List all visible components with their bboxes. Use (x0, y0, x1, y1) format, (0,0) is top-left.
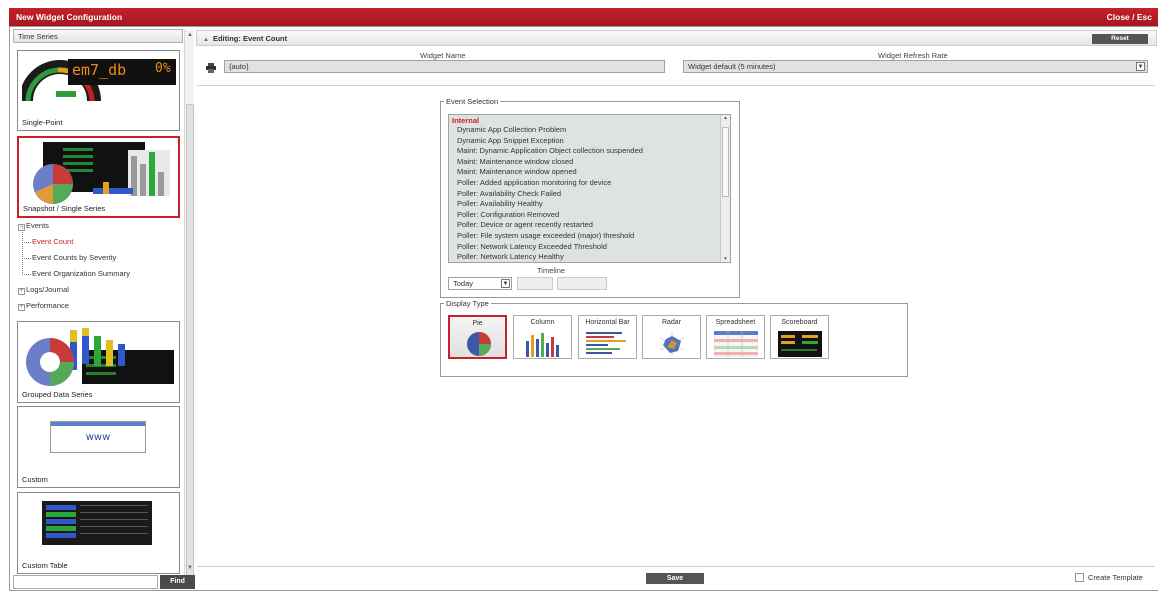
display-type-horizontal-bar[interactable]: Horizontal Bar (578, 315, 637, 359)
scroll-down-icon[interactable]: ▼ (186, 564, 194, 572)
event-list-item[interactable]: Maint: Maintenance window closed (449, 157, 730, 168)
widget-name-input[interactable]: {auto} (224, 60, 665, 73)
widget-card-snapshot[interactable]: Snapshot / Single Series (17, 136, 180, 218)
widget-card-label: Custom (22, 475, 48, 484)
scoreboard-icon (778, 331, 822, 357)
window-titlebar: New Widget Configuration Close / Esc (9, 8, 1158, 26)
event-list-scrollbar[interactable]: ▲ ▼ (720, 115, 730, 262)
create-template-option[interactable]: Create Template (1075, 573, 1143, 582)
event-list-item[interactable]: Poller: Network Latency Healthy (449, 252, 730, 262)
reset-button[interactable]: Reset (1092, 34, 1148, 44)
footer-divider (197, 566, 1155, 567)
sidebar-scrollbar[interactable]: ▲ ▼ (184, 30, 194, 589)
close-button[interactable]: Close / Esc (1107, 12, 1152, 22)
display-type-pie[interactable]: Pie (448, 315, 507, 359)
display-type-legend: Display Type (446, 299, 489, 308)
scrollbar-thumb[interactable] (722, 127, 729, 197)
tree-node-logs-journal[interactable]: + Logs/Journal (18, 282, 178, 298)
event-list-item[interactable]: Dynamic App Collection Problem (449, 125, 730, 136)
tree-node-performance[interactable]: + Performance (18, 298, 178, 314)
divider (197, 85, 1155, 86)
grouped-thumbnail-icon (26, 328, 174, 386)
widget-card-label: Single-Point (22, 118, 63, 127)
print-icon[interactable] (206, 63, 216, 73)
horizontal-bar-chart-icon (586, 332, 626, 354)
custom-thumbnail-icon: www (50, 421, 146, 453)
display-type-spreadsheet[interactable]: Spreadsheet (706, 315, 765, 359)
event-list-item[interactable]: Poller: Network Latency Exceeded Thresho… (449, 242, 730, 253)
widget-card-label: Snapshot / Single Series (23, 204, 106, 213)
collapse-arrow-icon[interactable]: ▲ (203, 37, 209, 43)
widget-card-custom-table[interactable]: Custom Table (17, 492, 180, 574)
tree-item-event-organization-summary[interactable]: Event Organization Summary (18, 258, 178, 282)
tree-item-event-count[interactable]: Event Count (18, 226, 178, 250)
scroll-up-icon[interactable]: ▲ (721, 115, 730, 121)
widget-card-custom[interactable]: www Custom (17, 406, 180, 488)
display-type-column[interactable]: Column (513, 315, 572, 359)
expand-icon[interactable]: + (18, 304, 25, 311)
event-list-item[interactable]: Poller: File system usage exceeded (majo… (449, 231, 730, 242)
scroll-up-icon[interactable]: ▲ (186, 31, 194, 39)
event-list-item[interactable]: Dynamic App Snippet Exception (449, 136, 730, 147)
refresh-rate-select[interactable]: Widget default (5 minutes) (683, 60, 1148, 73)
display-type-scoreboard[interactable]: Scoreboard (770, 315, 829, 359)
chevron-down-icon[interactable]: ▼ (501, 279, 510, 288)
widget-type-sidebar: Time Series em7_db 0% Single-Point Snaps… (13, 29, 183, 574)
column-chart-icon (526, 333, 559, 357)
find-bar: Find (13, 575, 195, 589)
event-list-item[interactable]: Maint: Dynamic Application Object collec… (449, 146, 730, 157)
snapshot-thumbnail-icon (33, 142, 170, 204)
radar-chart-icon (659, 332, 685, 356)
widget-card-single-point[interactable]: em7_db 0% Single-Point (17, 50, 180, 131)
editing-header: ▲ Editing: Event Count (196, 30, 1157, 46)
event-list-item[interactable]: Poller: Device or agent recently restart… (449, 220, 730, 231)
event-selection-legend: Event Selection (446, 97, 499, 106)
create-template-label: Create Template (1088, 573, 1143, 582)
widget-card-label: Grouped Data Series (22, 390, 93, 399)
event-list[interactable]: Internal Dynamic App Collection Problem D… (448, 114, 731, 263)
widget-tree: − Events Event Count Event Counts by Seve… (18, 218, 178, 314)
find-button[interactable]: Find (160, 575, 195, 589)
tree-item-event-counts-by-severity[interactable]: Event Counts by Severity (18, 242, 178, 266)
widget-card-grouped[interactable]: Grouped Data Series (17, 321, 180, 403)
single-point-display-text: em7_db (72, 61, 127, 79)
event-group-internal: Internal (452, 116, 480, 125)
display-type-radar[interactable]: Radar (642, 315, 701, 359)
editing-title: Editing: Event Count (212, 34, 288, 43)
event-list-item[interactable]: Poller: Availability Check Failed (449, 189, 730, 200)
widget-name-label: Widget Name (420, 51, 466, 60)
chevron-down-icon[interactable]: ▼ (1136, 62, 1145, 71)
find-input[interactable] (13, 575, 158, 589)
create-template-checkbox[interactable] (1075, 573, 1084, 582)
sidebar-header[interactable]: Time Series (13, 29, 183, 43)
timeline-to-select (557, 277, 607, 290)
custom-table-thumbnail-icon (42, 501, 152, 545)
event-list-item[interactable]: Poller: Configuration Removed (449, 210, 730, 221)
pie-chart-icon (467, 332, 491, 356)
scrollbar-thumb[interactable] (186, 104, 194, 589)
tree-node-events[interactable]: − Events (18, 218, 178, 234)
timeline-label: Timeline (537, 266, 566, 275)
event-list-item[interactable]: Poller: Availability Healthy (449, 199, 730, 210)
widget-card-label: Custom Table (22, 561, 68, 570)
single-point-display-value: 0% (155, 61, 171, 76)
event-list-item[interactable]: Maint: Maintenance window opened (449, 167, 730, 178)
expand-icon[interactable]: + (18, 288, 25, 295)
event-list-item[interactable]: Poller: Added application monitoring for… (449, 178, 730, 189)
refresh-rate-label: Widget Refresh Rate (878, 51, 948, 60)
scroll-down-icon[interactable]: ▼ (721, 256, 730, 262)
timeline-from-select (517, 277, 553, 290)
spreadsheet-icon (714, 331, 758, 357)
save-button[interactable]: Save (646, 573, 704, 584)
window-title: New Widget Configuration (16, 12, 123, 22)
